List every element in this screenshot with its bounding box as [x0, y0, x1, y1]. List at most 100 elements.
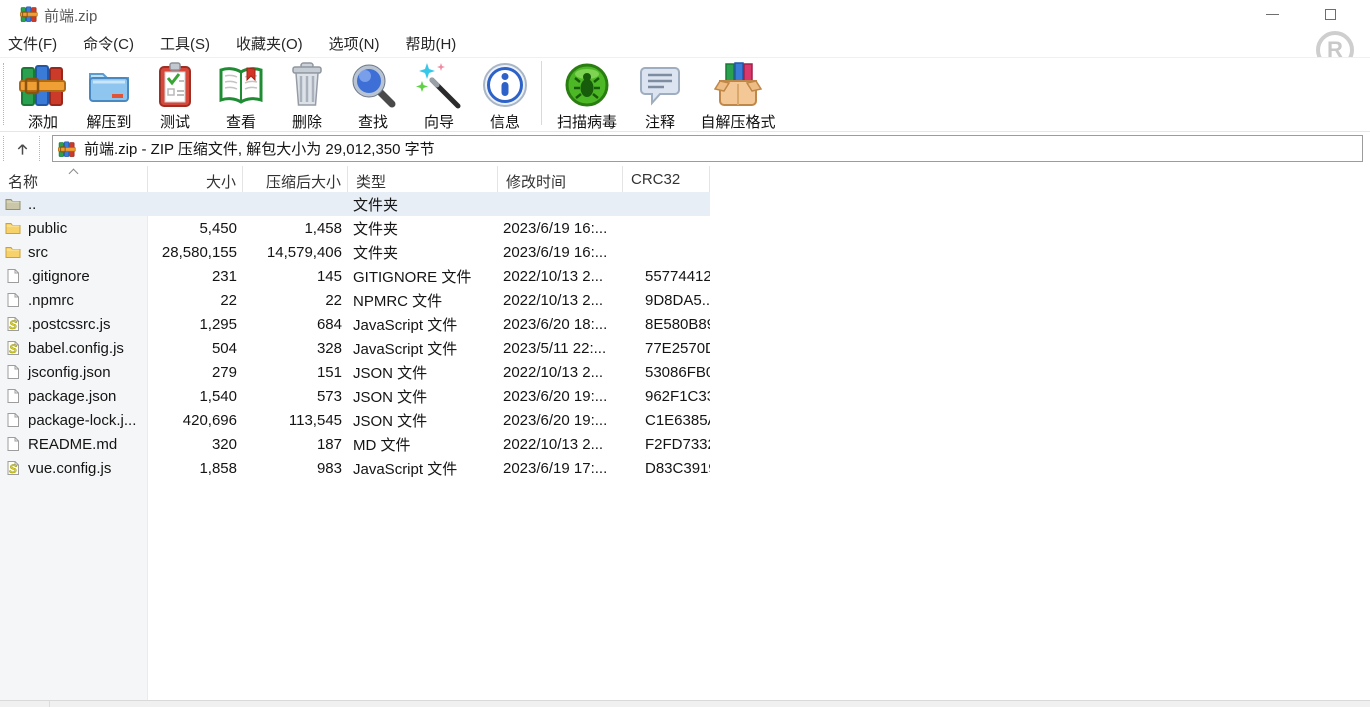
file-name-cell: README.md	[0, 436, 148, 453]
add-archive-icon	[19, 61, 67, 109]
file-packed-size-cell: 151	[243, 364, 348, 381]
toolbar-button-label: 自解压格式	[700, 111, 775, 132]
minimize-icon	[1266, 14, 1279, 15]
file-modified-cell: 2023/6/20 19:...	[498, 388, 623, 405]
column-header-name[interactable]: 名称	[0, 166, 148, 192]
file-row[interactable]: package-lock.j...420,696113,545JSON 文件20…	[0, 408, 710, 432]
status-bar	[0, 700, 1370, 707]
address-bar: 前端.zip - ZIP 压缩文件, 解包大小为 29,012,350 字节	[0, 132, 1370, 166]
js-file-icon: S	[5, 316, 21, 332]
file-modified-cell: 2023/6/19 16:...	[498, 220, 623, 237]
file-type-cell: 文件夹	[348, 218, 498, 239]
toolbar-button-comment[interactable]: 注释	[629, 58, 691, 132]
file-type-cell: JavaScript 文件	[348, 314, 498, 335]
file-type-cell: NPMRC 文件	[348, 290, 498, 311]
sort-ascending-icon	[70, 168, 78, 176]
toolbar-button-label: 查找	[358, 111, 388, 132]
minimize-button[interactable]	[1250, 0, 1294, 28]
file-name-cell: Svue.config.js	[0, 460, 148, 477]
file-size-cell: 28,580,155	[148, 244, 243, 261]
file-packed-size-cell: 328	[243, 340, 348, 357]
file-name: .postcssrc.js	[28, 316, 111, 333]
toolbar-button-find[interactable]: 查找	[340, 58, 406, 132]
file-name-cell: public	[0, 220, 148, 237]
file-crc32-cell: 9D8DA5...	[623, 292, 710, 309]
file-row[interactable]: .npmrc2222NPMRC 文件2022/10/13 2...9D8DA5.…	[0, 288, 710, 312]
file-row[interactable]: jsconfig.json279151JSON 文件2022/10/13 2..…	[0, 360, 710, 384]
zip-archive-icon	[58, 140, 76, 158]
file-packed-size-cell: 983	[243, 460, 348, 477]
delete-trash-icon	[283, 61, 331, 109]
file-packed-size-cell: 145	[243, 268, 348, 285]
file-type-cell: JSON 文件	[348, 410, 498, 431]
file-row[interactable]: Sbabel.config.js504328JavaScript 文件2023/…	[0, 336, 710, 360]
file-row[interactable]: public5,4501,458文件夹2023/6/19 16:...	[0, 216, 710, 240]
svg-text:S: S	[9, 318, 17, 332]
file-row[interactable]: README.md320187MD 文件2022/10/13 2...F2FD7…	[0, 432, 710, 456]
file-size-cell: 231	[148, 268, 243, 285]
menu-item-commands[interactable]: 命令(C)	[83, 29, 134, 58]
file-name-cell: Sbabel.config.js	[0, 340, 148, 357]
up-one-level-button[interactable]	[9, 135, 36, 162]
file-type-cell: 文件夹	[348, 194, 498, 215]
file-modified-cell: 2023/5/11 22:...	[498, 340, 623, 357]
toolbar-button-info[interactable]: 信息	[472, 58, 538, 132]
toolbar-button-view[interactable]: 查看	[208, 58, 274, 132]
file-row[interactable]: package.json1,540573JSON 文件2023/6/20 19:…	[0, 384, 710, 408]
file-packed-size-cell: 684	[243, 316, 348, 333]
menu-item-options[interactable]: 选项(N)	[329, 29, 380, 58]
svg-text:S: S	[9, 462, 17, 476]
file-name: .npmrc	[28, 292, 74, 309]
file-row[interactable]: S.postcssrc.js1,295684JavaScript 文件2023/…	[0, 312, 710, 336]
toolbar-button-sfx[interactable]: 自解压格式	[691, 58, 785, 132]
archive-path-field[interactable]: 前端.zip - ZIP 压缩文件, 解包大小为 29,012,350 字节	[52, 135, 1363, 162]
toolbar-button-add[interactable]: 添加	[10, 58, 76, 132]
file-packed-size-cell: 1,458	[243, 220, 348, 237]
toolbar-button-scan-virus[interactable]: 扫描病毒	[545, 58, 629, 132]
menu-item-tools[interactable]: 工具(S)	[160, 29, 210, 58]
file-row[interactable]: Svue.config.js1,858983JavaScript 文件2023/…	[0, 456, 710, 480]
toolbar-button-test[interactable]: 测试	[142, 58, 208, 132]
file-type-cell: MD 文件	[348, 434, 498, 455]
menu-item-favorites[interactable]: 收藏夹(O)	[236, 29, 303, 58]
extract-folder-icon	[85, 61, 133, 109]
title-bar: 前端.zip	[0, 0, 1370, 28]
file-name-cell: src	[0, 244, 148, 261]
file-size-cell: 279	[148, 364, 243, 381]
file-row[interactable]: src28,580,15514,579,406文件夹2023/6/19 16:.…	[0, 240, 710, 264]
folder-up-icon	[5, 196, 21, 212]
file-crc32-cell: 77E2570D	[623, 340, 710, 357]
file-crc32-cell: D83C3919	[623, 460, 710, 477]
js-file-icon: S	[5, 460, 21, 476]
toolbar: 添加解压到测试查看 删除 查找向导信息扫描病毒注释自解压格式	[0, 58, 1370, 132]
file-crc32-cell: 53086FB0	[623, 364, 710, 381]
column-header-modified[interactable]: 修改时间	[498, 166, 623, 192]
toolbar-button-delete[interactable]: 删除	[274, 58, 340, 132]
file-name-cell: ..	[0, 196, 148, 213]
winrar-registered-logo-icon: R	[1316, 31, 1354, 58]
file-name: .gitignore	[28, 268, 90, 285]
file-row[interactable]: .. 文件夹	[0, 192, 710, 216]
toolbar-button-wizard[interactable]: 向导	[406, 58, 472, 132]
column-header-type[interactable]: 类型	[348, 166, 498, 192]
column-header-size[interactable]: 大小	[148, 166, 243, 192]
winrar-window: 前端.zip 文件(F) 命令(C) 工具(S) 收藏夹(O) 选项(N) 帮助(H) R…	[0, 0, 1370, 707]
menu-item-file[interactable]: 文件(F)	[8, 29, 57, 58]
file-modified-cell: 2022/10/13 2...	[498, 268, 623, 285]
maximize-button[interactable]	[1308, 0, 1352, 28]
svg-text:S: S	[9, 342, 17, 356]
file-type-cell: GITIGNORE 文件	[348, 266, 498, 287]
column-header-crc[interactable]: CRC32	[623, 166, 710, 192]
toolbar-button-label: 删除	[292, 111, 322, 132]
file-modified-cell: 2023/6/19 17:...	[498, 460, 623, 477]
file-crc32-cell: F2FD7332	[623, 436, 710, 453]
toolbar-button-label: 查看	[226, 111, 256, 132]
file-row[interactable]: .gitignore 231145GITIGNORE 文件2022/10/13 2…	[0, 264, 710, 288]
toolbar-gripper	[3, 63, 5, 125]
menu-item-help[interactable]: 帮助(H)	[405, 29, 456, 58]
toolbar-button-extract-to[interactable]: 解压到	[76, 58, 142, 132]
file-name-cell: .npmrc	[0, 292, 148, 309]
file-icon	[5, 268, 21, 284]
status-bar-divider	[49, 701, 50, 707]
column-header-packed[interactable]: 压缩后大小	[243, 166, 348, 192]
